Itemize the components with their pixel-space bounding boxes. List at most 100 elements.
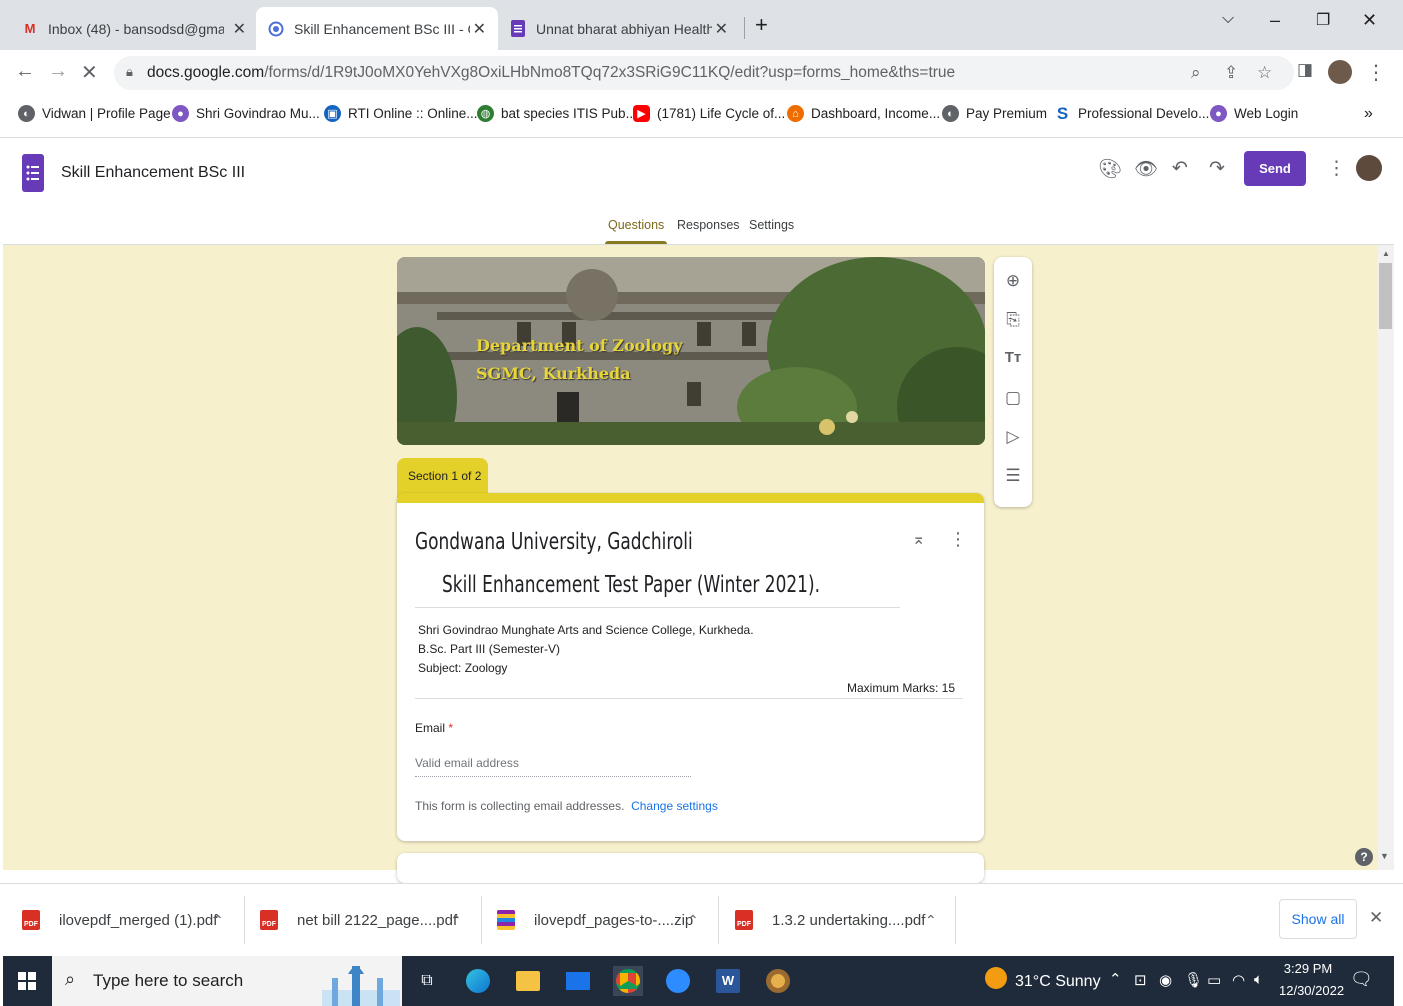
tab-responses[interactable]: Responses — [677, 218, 740, 232]
scroll-up-arrow-icon[interactable]: ▲ — [1378, 249, 1394, 258]
scroll-down-arrow-icon[interactable]: ▼ — [1380, 851, 1389, 861]
add-video-icon[interactable]: ▷ — [994, 427, 1032, 447]
preview-eye-icon[interactable]: 👁︎ — [1134, 157, 1158, 181]
tab-search-chevron-icon[interactable]: ⌵ — [1222, 10, 1234, 28]
taskbar-search-box[interactable]: ⌕ Type here to search — [52, 956, 402, 1006]
forward-arrow-icon[interactable]: → — [48, 60, 68, 83]
zoom-app-icon[interactable] — [663, 966, 693, 996]
microphone-icon[interactable]: 🎙︎ — [1184, 971, 1203, 989]
tray-chevron-icon[interactable]: ⌃ — [1109, 970, 1122, 988]
notifications-icon[interactable]: 🗨︎ — [1350, 969, 1373, 990]
form-title-line1[interactable]: Gondwana University, Gadchiroli — [415, 529, 693, 555]
chrome-icon[interactable] — [613, 966, 643, 996]
battery-icon[interactable]: ▭ — [1207, 971, 1221, 989]
wifi-icon[interactable]: ◠ — [1232, 971, 1245, 989]
mail-icon[interactable] — [563, 966, 593, 996]
search-highlight-illustration — [322, 966, 400, 1006]
edge-browser-icon[interactable] — [463, 966, 493, 996]
zoom-icon[interactable]: ⌕ — [1191, 63, 1201, 83]
task-view-icon[interactable]: ⧉ — [412, 966, 442, 996]
undo-icon[interactable]: ↶ — [1172, 157, 1188, 180]
volume-icon[interactable]: 🔈︎ — [1254, 971, 1263, 988]
file-explorer-icon[interactable] — [513, 966, 543, 996]
bookmark-item[interactable]: ⌂ Dashboard, Income... — [787, 105, 940, 122]
address-bar[interactable]: 🔒︎ docs.google.com/forms/d/1R9tJ0oMX0Yeh… — [114, 56, 1294, 90]
download-item[interactable]: ilovepdf_pages-to-....zip ⌃ — [497, 884, 719, 956]
tray-security-icon[interactable]: ◉ — [1159, 971, 1172, 989]
tab-unnat-bharat[interactable]: Unnat bharat abhiyan Health sur ✕ — [498, 7, 740, 50]
form-title-line2[interactable]: Skill Enhancement Test Paper (Winter 202… — [442, 572, 820, 598]
redo-icon[interactable]: ↷ — [1209, 157, 1225, 180]
stop-loading-icon[interactable]: ✕ — [81, 60, 98, 85]
chevron-up-icon[interactable]: ⌃ — [687, 912, 699, 929]
palette-icon[interactable]: 🎨︎ — [1098, 157, 1122, 181]
download-item[interactable]: PDF ilovepdf_merged (1).pdf ⌃ — [22, 884, 244, 956]
more-bookmarks-icon[interactable]: » — [1364, 105, 1373, 123]
change-settings-link[interactable]: Change settings — [631, 799, 718, 813]
import-questions-icon[interactable]: ⎘ — [994, 310, 1032, 330]
window-close-icon[interactable]: ✕ — [1362, 10, 1377, 31]
browser-menu-icon[interactable]: ⋮ — [1366, 60, 1386, 85]
windows-start-icon[interactable] — [12, 966, 42, 996]
weather-sun-icon[interactable] — [985, 967, 1007, 989]
account-avatar[interactable] — [1356, 155, 1382, 181]
back-arrow-icon[interactable]: ← — [15, 60, 35, 83]
download-item[interactable]: PDF net bill 2122_page....pdf ⌃ — [260, 884, 482, 956]
scrollbar-thumb[interactable] — [1379, 263, 1392, 329]
tab-skill-enhancement[interactable]: Skill Enhancement BSc III - Goog ✕ — [256, 7, 498, 50]
send-button[interactable]: Send — [1244, 151, 1306, 186]
bookmark-star-icon[interactable]: ☆ — [1257, 63, 1272, 83]
tab-settings[interactable]: Settings — [749, 218, 794, 232]
bookmark-label: Web Login — [1234, 106, 1299, 121]
new-tab-plus-icon[interactable]: + — [755, 12, 768, 38]
more-options-icon[interactable]: ⋮ — [1327, 157, 1346, 180]
tab-gmail[interactable]: M Inbox (48) - bansodsd@gmail.co ✕ — [10, 7, 258, 50]
weather-text[interactable]: 31°C Sunny — [1015, 973, 1101, 991]
bookmark-item[interactable]: S Professional Develo... — [1054, 104, 1210, 123]
word-icon[interactable]: W — [713, 966, 743, 996]
description-divider — [415, 698, 963, 699]
chevron-up-icon[interactable]: ⌃ — [212, 912, 224, 929]
add-title-icon[interactable]: Tт — [994, 349, 1032, 366]
form-doc-title[interactable]: Skill Enhancement BSc III — [61, 164, 245, 182]
bookmark-item[interactable]: ● Web Login — [1210, 105, 1298, 122]
bookmark-item[interactable]: ● Shri Govindrao Mu... — [172, 105, 320, 122]
side-panel-icon[interactable]: ◨ — [1297, 60, 1313, 80]
download-divider — [244, 896, 245, 944]
tray-app-icon[interactable]: ⊡ — [1134, 971, 1147, 989]
bookmark-item[interactable]: ◐ Pay Premium — [942, 105, 1047, 122]
page-scrollbar[interactable]: ▲ — [1378, 245, 1394, 870]
form-header-card[interactable]: Gondwana University, Gadchiroli Skill En… — [397, 493, 984, 841]
download-item[interactable]: PDF 1.3.2 undertaking....pdf ⌃ — [735, 884, 957, 956]
tab-questions[interactable]: Questions — [608, 218, 664, 232]
bookmark-item[interactable]: ▶ (1781) Life Cycle of... — [633, 105, 785, 122]
tab-close-icon[interactable]: ✕ — [715, 19, 728, 39]
bookmark-item[interactable]: ▣ RTI Online :: Online... — [324, 105, 478, 122]
share-icon[interactable]: ⇪ — [1224, 63, 1238, 83]
add-question-icon[interactable]: ⊕ — [994, 271, 1032, 291]
clock-time[interactable]: 3:29 PM — [1279, 961, 1337, 976]
restore-icon[interactable]: ❐ — [1316, 10, 1330, 30]
collapse-section-icon[interactable]: ⌅ — [912, 529, 925, 549]
add-section-icon[interactable]: ☰ — [994, 466, 1032, 486]
bookmark-item[interactable]: ◍ bat species ITIS Pub... — [477, 105, 637, 122]
tab-close-icon[interactable]: ✕ — [473, 19, 486, 39]
chevron-up-icon[interactable]: ⌃ — [450, 912, 462, 929]
help-icon[interactable]: ? — [1355, 848, 1373, 866]
forms-logo-icon[interactable] — [22, 154, 44, 197]
clock-date[interactable]: 12/30/2022 — [1279, 983, 1344, 998]
tab-close-icon[interactable]: ✕ — [233, 19, 246, 39]
paint-app-icon[interactable] — [763, 966, 793, 996]
bookmark-item[interactable]: ◐ Vidwan | Profile Page — [18, 105, 171, 122]
pdf-file-icon: PDF — [22, 910, 40, 930]
show-all-downloads-button[interactable]: Show all — [1279, 899, 1357, 939]
globe-icon: ◐ — [18, 105, 35, 122]
minimize-icon[interactable]: – — [1270, 10, 1280, 31]
section-more-icon[interactable]: ⋮ — [949, 529, 967, 550]
tab-title: Unnat bharat abhiyan Health sur — [536, 20, 712, 37]
profile-avatar[interactable] — [1328, 60, 1352, 84]
chevron-up-icon[interactable]: ⌃ — [925, 912, 937, 929]
close-downloads-icon[interactable]: ✕ — [1369, 908, 1383, 928]
next-question-card[interactable] — [397, 853, 984, 883]
add-image-icon[interactable]: ▢ — [994, 388, 1032, 408]
